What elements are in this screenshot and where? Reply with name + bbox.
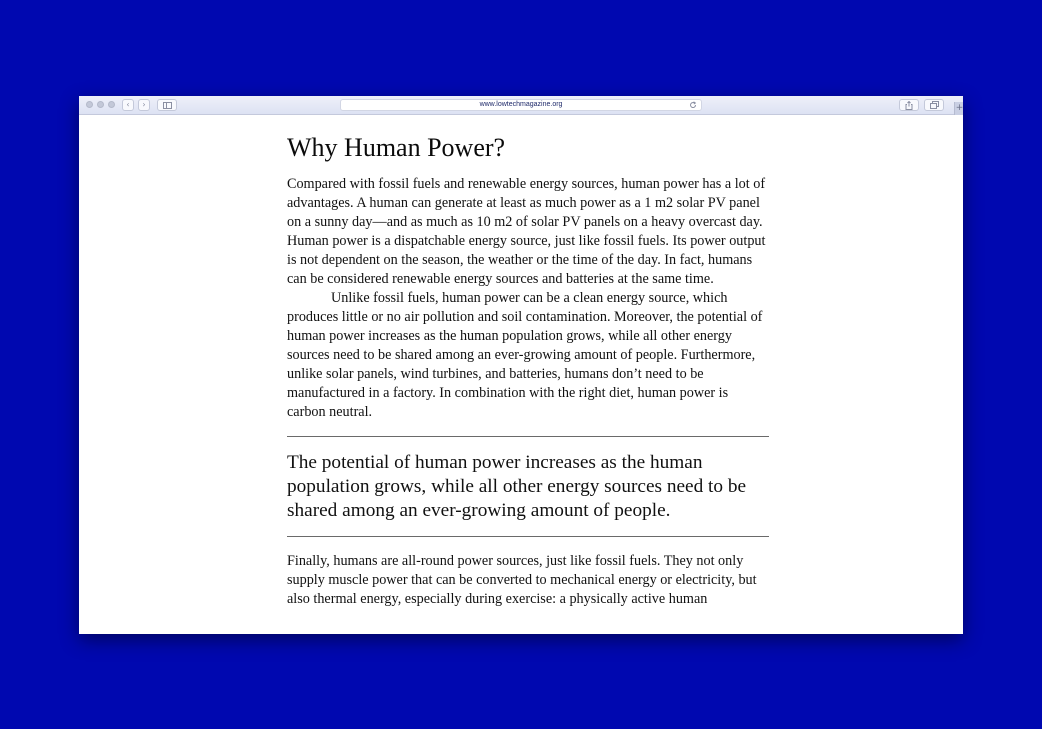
close-window-button[interactable]	[86, 101, 93, 108]
pull-quote-top-rule	[287, 436, 769, 437]
reload-icon[interactable]	[689, 101, 697, 109]
forward-button[interactable]: ›	[138, 99, 150, 111]
plus-icon: +	[955, 103, 963, 113]
forward-icon: ›	[142, 100, 146, 109]
article: Why Human Power? Compared with fossil fu…	[287, 133, 769, 609]
minimize-window-button[interactable]	[97, 101, 104, 108]
article-paragraph: Compared with fossil fuels and renewable…	[287, 176, 766, 287]
pull-quote-bottom-rule	[287, 536, 769, 537]
browser-window: ‹ › www.lowtechmagazine.org + Why Human …	[79, 96, 963, 634]
url-text: www.lowtechmagazine.org	[479, 101, 563, 108]
article-heading: Why Human Power?	[287, 133, 506, 162]
show-tabs-button[interactable]	[924, 99, 944, 111]
sidebar-icon	[162, 101, 172, 109]
back-icon: ‹	[126, 100, 130, 109]
address-bar[interactable]: www.lowtechmagazine.org	[340, 99, 702, 111]
browser-toolbar: ‹ › www.lowtechmagazine.org +	[79, 96, 963, 115]
back-button[interactable]: ‹	[122, 99, 134, 111]
article-paragraph: Unlike fossil fuels, human power can be …	[287, 290, 763, 420]
zoom-window-button[interactable]	[108, 101, 115, 108]
share-icon	[905, 100, 913, 110]
article-paragraph: Finally, humans are all-round power sour…	[287, 553, 757, 607]
new-tab-button[interactable]: +	[954, 102, 963, 115]
sidebar-button[interactable]	[157, 99, 177, 111]
tabs-icon	[929, 101, 939, 109]
pull-quote: The potential of human power increases a…	[287, 452, 747, 521]
share-button[interactable]	[899, 99, 919, 111]
